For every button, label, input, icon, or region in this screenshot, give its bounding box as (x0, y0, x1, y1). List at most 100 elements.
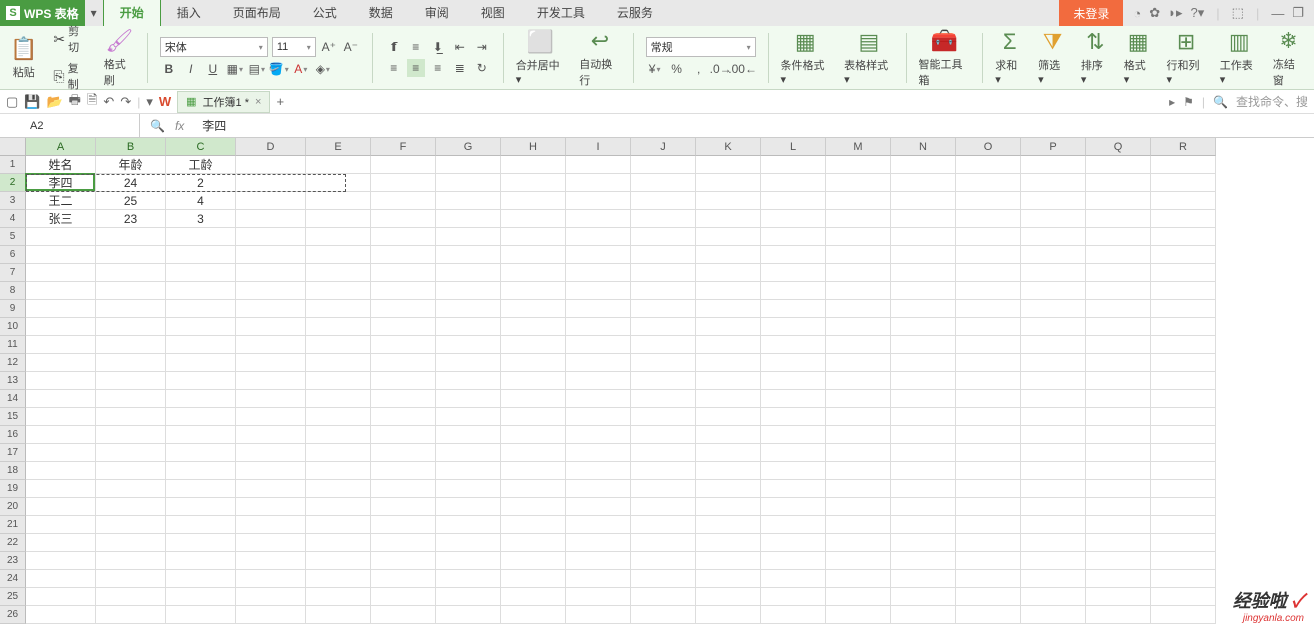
cell-A17[interactable] (26, 444, 96, 462)
cell-A12[interactable] (26, 354, 96, 372)
cell-F3[interactable] (371, 192, 436, 210)
cell-D5[interactable] (236, 228, 306, 246)
col-header-E[interactable]: E (306, 138, 371, 156)
cell-N16[interactable] (891, 426, 956, 444)
worksheet-button[interactable]: ▥工作表 ▾ (1216, 27, 1263, 88)
row-header-11[interactable]: 11 (0, 336, 26, 354)
cell-L13[interactable] (761, 372, 826, 390)
cell-Q3[interactable] (1086, 192, 1151, 210)
cell-N8[interactable] (891, 282, 956, 300)
cell-N17[interactable] (891, 444, 956, 462)
cell-E5[interactable] (306, 228, 371, 246)
cell-M16[interactable] (826, 426, 891, 444)
cell-P11[interactable] (1021, 336, 1086, 354)
cell-R9[interactable] (1151, 300, 1216, 318)
cell-K4[interactable] (696, 210, 761, 228)
cell-G14[interactable] (436, 390, 501, 408)
decrease-font-icon[interactable]: A⁻ (342, 38, 360, 56)
cell-I17[interactable] (566, 444, 631, 462)
cell-P10[interactable] (1021, 318, 1086, 336)
restore-icon[interactable]: ❐ (1292, 5, 1304, 21)
cell-D11[interactable] (236, 336, 306, 354)
cell-F18[interactable] (371, 462, 436, 480)
row-header-24[interactable]: 24 (0, 570, 26, 588)
cell-M19[interactable] (826, 480, 891, 498)
cell-K17[interactable] (696, 444, 761, 462)
cell-K8[interactable] (696, 282, 761, 300)
cell-Q17[interactable] (1086, 444, 1151, 462)
cell-E14[interactable] (306, 390, 371, 408)
cut-button[interactable]: ✂剪切 (51, 22, 89, 56)
cell-R26[interactable] (1151, 606, 1216, 624)
cell-C16[interactable] (166, 426, 236, 444)
increase-font-icon[interactable]: A⁺ (320, 38, 338, 56)
cell-J18[interactable] (631, 462, 696, 480)
cell-J25[interactable] (631, 588, 696, 606)
cell-C24[interactable] (166, 570, 236, 588)
cell-B8[interactable] (96, 282, 166, 300)
cell-P9[interactable] (1021, 300, 1086, 318)
cell-C15[interactable] (166, 408, 236, 426)
cell-R19[interactable] (1151, 480, 1216, 498)
underline-icon[interactable]: U (204, 60, 222, 78)
cell-G24[interactable] (436, 570, 501, 588)
redo-icon[interactable]: ↷ (120, 94, 131, 110)
cell-A9[interactable] (26, 300, 96, 318)
align-top-icon[interactable]: ⬆̄ (385, 38, 403, 56)
row-header-2[interactable]: 2 (0, 174, 26, 192)
cell-P18[interactable] (1021, 462, 1086, 480)
cell-C26[interactable] (166, 606, 236, 624)
col-header-N[interactable]: N (891, 138, 956, 156)
cell-C12[interactable] (166, 354, 236, 372)
cell-E1[interactable] (306, 156, 371, 174)
cell-H23[interactable] (501, 552, 566, 570)
cell-H13[interactable] (501, 372, 566, 390)
cell-K23[interactable] (696, 552, 761, 570)
cell-R17[interactable] (1151, 444, 1216, 462)
bold-icon[interactable]: B (160, 60, 178, 78)
cell-I22[interactable] (566, 534, 631, 552)
cell-Q11[interactable] (1086, 336, 1151, 354)
cell-C13[interactable] (166, 372, 236, 390)
cell-J17[interactable] (631, 444, 696, 462)
cell-L9[interactable] (761, 300, 826, 318)
smart-toolbox-button[interactable]: 🧰智能工具箱 (915, 26, 975, 90)
cell-F6[interactable] (371, 246, 436, 264)
cell-L20[interactable] (761, 498, 826, 516)
cell-H17[interactable] (501, 444, 566, 462)
open-icon[interactable]: 📂 (46, 94, 62, 110)
cell-K16[interactable] (696, 426, 761, 444)
search-placeholder[interactable]: 查找命令、搜 (1236, 93, 1308, 110)
col-header-J[interactable]: J (631, 138, 696, 156)
cell-O19[interactable] (956, 480, 1021, 498)
cell-B2[interactable]: 24 (96, 174, 166, 192)
cell-R22[interactable] (1151, 534, 1216, 552)
cell-H9[interactable] (501, 300, 566, 318)
help-icon[interactable]: ?▾ (1191, 5, 1205, 21)
cell-D1[interactable] (236, 156, 306, 174)
cell-N20[interactable] (891, 498, 956, 516)
cell-I24[interactable] (566, 570, 631, 588)
cell-B24[interactable] (96, 570, 166, 588)
row-header-17[interactable]: 17 (0, 444, 26, 462)
align-right-icon[interactable]: ≡ (429, 59, 447, 77)
col-header-D[interactable]: D (236, 138, 306, 156)
cell-B16[interactable] (96, 426, 166, 444)
cell-O24[interactable] (956, 570, 1021, 588)
row-header-8[interactable]: 8 (0, 282, 26, 300)
cell-Q10[interactable] (1086, 318, 1151, 336)
cell-D22[interactable] (236, 534, 306, 552)
cell-C5[interactable] (166, 228, 236, 246)
cell-D18[interactable] (236, 462, 306, 480)
cell-F20[interactable] (371, 498, 436, 516)
cell-K12[interactable] (696, 354, 761, 372)
cell-P7[interactable] (1021, 264, 1086, 282)
sum-button[interactable]: Σ求和 ▾ (991, 27, 1028, 88)
cell-P20[interactable] (1021, 498, 1086, 516)
cell-L18[interactable] (761, 462, 826, 480)
cell-N23[interactable] (891, 552, 956, 570)
d-icon[interactable]: ◗▸ (1168, 5, 1182, 21)
cell-M10[interactable] (826, 318, 891, 336)
cell-B22[interactable] (96, 534, 166, 552)
cell-M17[interactable] (826, 444, 891, 462)
